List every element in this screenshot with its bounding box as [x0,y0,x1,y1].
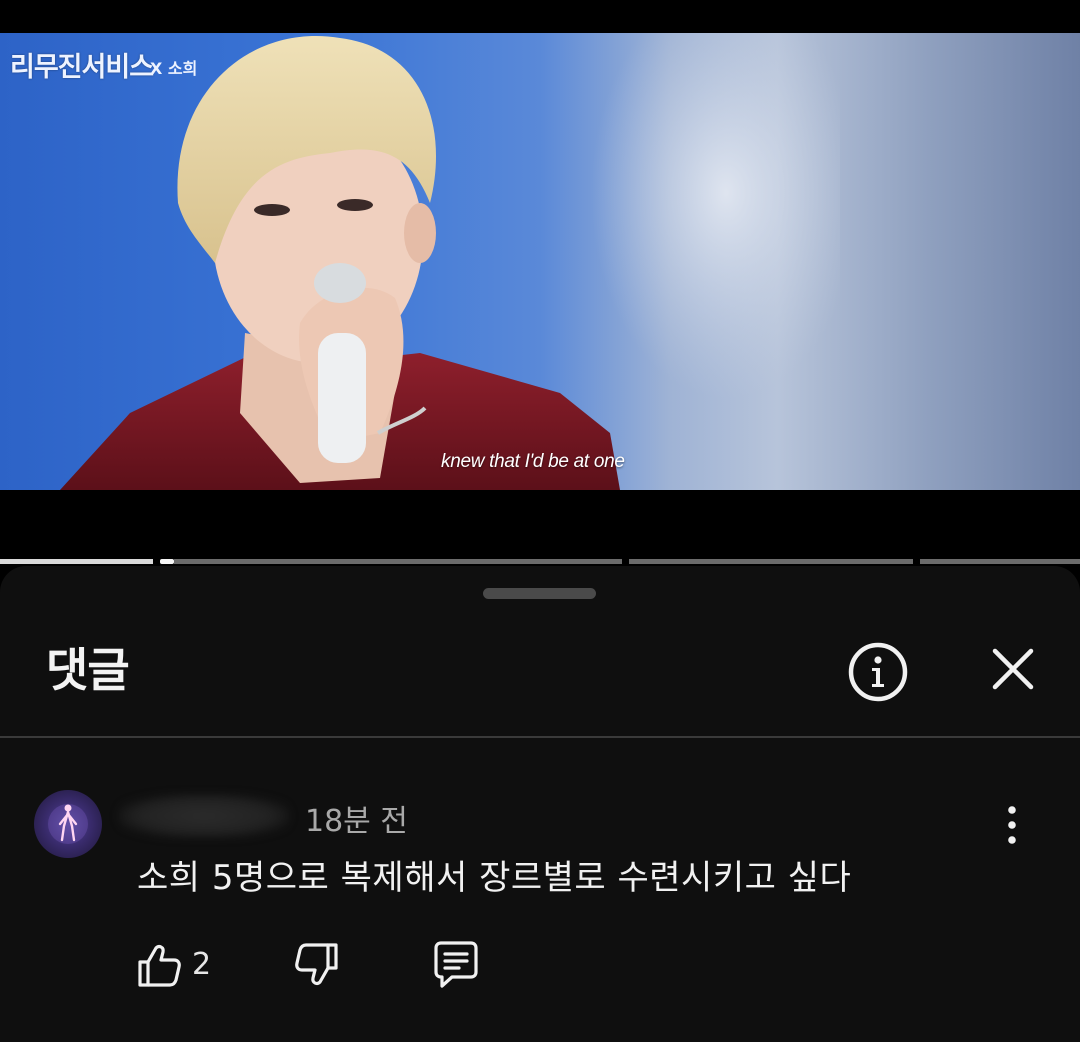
drag-handle[interactable] [483,588,596,599]
sheet-title: 댓글 [46,643,130,697]
more-vertical-icon[interactable] [996,802,1028,848]
close-icon[interactable] [988,644,1038,694]
video-caption: knew that I'd be at one [441,451,625,472]
video-progress-bar[interactable] [0,559,1080,564]
avatar[interactable] [34,790,102,858]
like-count: 2 [192,947,212,982]
divider [0,736,1080,738]
chapter-segment[interactable] [629,559,913,564]
author-name-redacted [118,794,290,838]
video-player[interactable]: 리무진서비스 X 소희 knew that I'd be at one [0,33,1080,490]
progress-scrubber[interactable] [160,559,174,564]
reply-comment-icon[interactable] [430,940,482,990]
avatar-figure-icon [48,804,88,844]
progress-played [0,559,153,564]
channel-logo: 리무진서비스 [10,52,154,83]
comment-item: 18분 전 소희 5명으로 복제해서 장르별로 수련시키고 싶다 2 [0,788,1080,1028]
video-frame [60,33,840,490]
channel-logo-sub: X 소희 [150,59,198,78]
status-bar [0,0,1080,33]
info-circle-icon[interactable] [846,640,910,704]
comment-timestamp: 18분 전 [305,804,408,839]
thumbs-up-icon[interactable] [134,940,184,990]
comment-text: 소희 5명으로 복제해서 장르별로 수련시키고 싶다 [137,858,852,898]
thumbs-down-icon[interactable] [292,940,342,990]
chapter-segment[interactable] [174,559,622,564]
chapter-segment[interactable] [920,559,1080,564]
comments-sheet: 댓글 18분 전 소희 5명으로 복제해서 장르별로 수련시키고 싶다 2 [0,566,1080,1042]
